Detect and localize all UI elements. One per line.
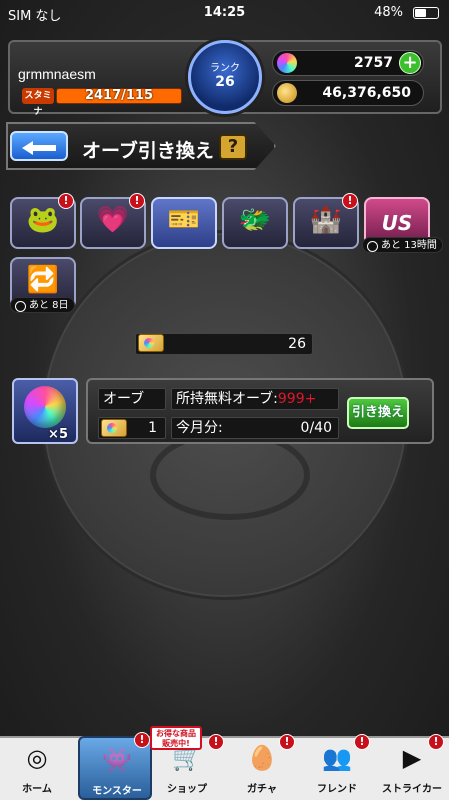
back-button[interactable] <box>10 131 68 161</box>
page-title: オーブ引き換え <box>82 140 214 162</box>
rank-value: 26 <box>215 74 235 90</box>
notification-badge: ! <box>279 734 295 750</box>
tile-orb-ticket[interactable]: 🎫 <box>151 197 217 249</box>
exchange-card-icon: 🔁 <box>26 265 60 295</box>
home-icon: ◎ <box>26 744 48 772</box>
dragon-mascot-icon: 🐲 <box>238 205 272 235</box>
player-name: grmmnaesm <box>18 66 96 82</box>
ticket-count: 26 <box>288 336 306 352</box>
orb-icon <box>277 53 297 73</box>
event-timer: あと 13時間 <box>362 237 443 253</box>
nav-label: ストライカー <box>382 784 442 795</box>
monthly-row: 今月分: 0/40 <box>171 417 339 439</box>
notification-badge: ! <box>134 732 150 748</box>
nav-label: ショップ <box>167 784 207 795</box>
monthly-label: 今月分: <box>176 420 223 436</box>
ticket-cost-value: 1 <box>148 420 157 436</box>
free-orbs-value: 999+ <box>277 391 317 407</box>
status-bar: SIM なし 14:25 48% <box>0 0 449 26</box>
exchange-button[interactable]: 引き換え <box>347 397 409 429</box>
heart-card-icon: 💗 <box>96 205 130 235</box>
nav-label: ホーム <box>22 784 52 795</box>
nav-home[interactable]: ◎ ホーム <box>0 736 74 800</box>
orb-label: オーブ <box>98 388 166 410</box>
gold-coin-icon <box>277 83 297 103</box>
notification-badge: ! <box>342 193 358 209</box>
nav-label: モンスター <box>92 786 142 797</box>
gold-count: 46,376,650 <box>322 85 411 101</box>
free-orbs-label: 所持無料オーブ: <box>176 391 278 407</box>
ticket-cost: 1 <box>98 417 166 439</box>
notification-badge: ! <box>354 734 370 750</box>
event-timer: あと 8日 <box>10 297 75 313</box>
ticket-icon <box>138 334 164 352</box>
monthly-value: 0/40 <box>300 420 332 436</box>
orb-reward: ×5 <box>12 378 78 444</box>
orb-multiplier: ×5 <box>48 427 68 442</box>
nav-label: フレンド <box>317 784 357 795</box>
ticket-icon <box>101 419 127 437</box>
notification-badge: ! <box>208 734 224 750</box>
us-logo-icon: US <box>381 211 413 235</box>
stamina-label: スタミナ <box>22 88 54 117</box>
free-orbs-row: 所持無料オーブ:999+ <box>171 388 339 410</box>
rank-label: ランク <box>210 63 240 74</box>
help-button[interactable]: ? <box>219 134 247 160</box>
castle-icon: 🏰 <box>309 205 343 235</box>
battery-icon <box>413 7 439 19</box>
notification-badge: ! <box>129 193 145 209</box>
sale-tag: お得な商品 販売中! <box>150 726 202 750</box>
orb-icon <box>24 386 66 428</box>
battery-percent: 48% <box>374 5 403 20</box>
monster-icon: 👾 <box>102 746 132 774</box>
tile-dragon-mascot[interactable]: 🐲 <box>222 197 288 249</box>
notification-badge: ! <box>428 734 444 750</box>
orb-ticket-icon: 🎫 <box>167 205 201 235</box>
stamina-bar: 2417/115 <box>56 88 182 104</box>
notification-badge: ! <box>58 193 74 209</box>
gold-balance: 46,376,650 <box>272 80 424 106</box>
orb-count: 2757 <box>354 55 393 71</box>
orb-balance: 2757 + <box>272 50 424 76</box>
nav-label: ガチャ <box>247 784 277 795</box>
rank-badge[interactable]: ランク 26 <box>188 40 262 114</box>
frog-clover-icon: 🐸 <box>26 205 60 235</box>
buy-orbs-button[interactable]: + <box>399 52 421 74</box>
